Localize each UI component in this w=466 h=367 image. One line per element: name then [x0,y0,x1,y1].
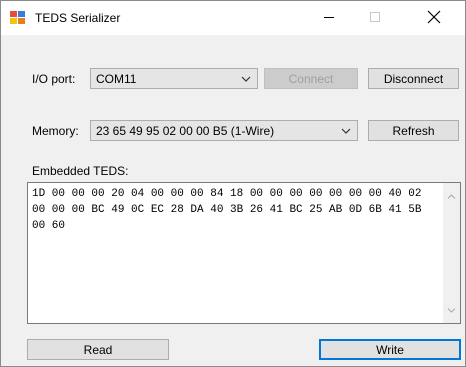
memory-value: 23 65 49 95 02 00 00 B5 (1-Wire) [96,124,275,138]
main-window: TEDS Serializer I/O port: COM11 Connect … [0,0,466,367]
disconnect-button-label: Disconnect [383,71,444,86]
teds-content: 1D 00 00 00 20 04 00 00 00 84 18 00 00 0… [32,188,429,232]
close-icon [427,10,441,27]
minimize-button[interactable] [306,1,352,35]
io-port-label: I/O port: [32,72,76,86]
connect-button[interactable]: Connect [264,68,358,89]
disconnect-button[interactable]: Disconnect [368,68,459,89]
read-button[interactable]: Read [27,339,169,360]
refresh-button-label: Refresh [392,123,435,138]
memory-select[interactable]: 23 65 49 95 02 00 00 B5 (1-Wire) [90,120,358,141]
minimize-icon [323,11,335,26]
connect-button-label: Connect [288,71,334,86]
write-button-label: Write [376,342,404,357]
chevron-up-icon[interactable] [447,189,456,203]
refresh-button[interactable]: Refresh [368,120,459,141]
chevron-down-icon [241,73,251,87]
maximize-button [352,1,398,35]
title-bar: TEDS Serializer [1,1,465,35]
window-title: TEDS Serializer [35,11,121,25]
io-port-value: COM11 [96,72,137,86]
read-button-label: Read [83,342,113,357]
close-button[interactable] [411,1,457,35]
vertical-scrollbar[interactable] [443,183,460,323]
teds-textbox[interactable]: 1D 00 00 00 20 04 00 00 00 84 18 00 00 0… [27,182,461,324]
memory-label: Memory: [32,124,79,138]
chevron-down-icon [341,125,351,139]
write-button[interactable]: Write [319,339,461,360]
app-icon [10,11,26,25]
io-port-select[interactable]: COM11 [90,68,258,89]
teds-label: Embedded TEDS: [32,164,129,178]
maximize-icon [369,11,381,26]
chevron-down-icon[interactable] [447,303,456,317]
